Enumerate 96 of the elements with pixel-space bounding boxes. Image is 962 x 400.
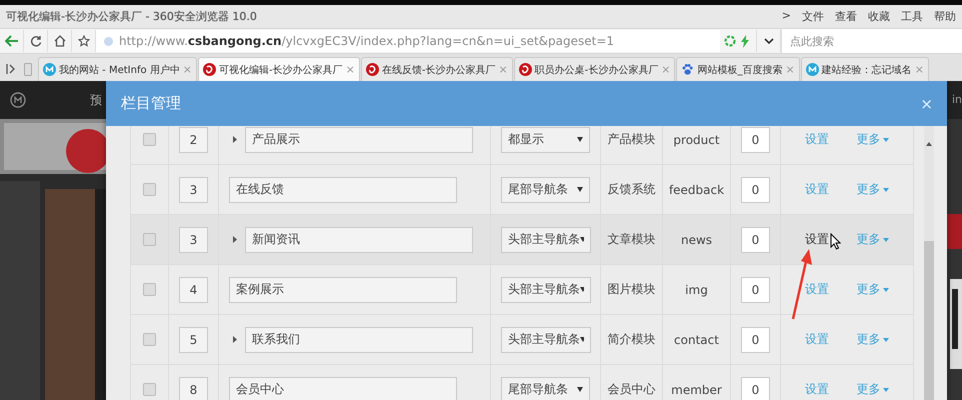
scroll-up-icon[interactable] xyxy=(926,142,932,146)
module-cell: 文章模块 xyxy=(601,215,663,264)
sort-field[interactable]: 8 xyxy=(179,376,208,400)
folder-cell: img xyxy=(663,265,731,314)
row-checkbox[interactable] xyxy=(143,133,156,146)
name-field[interactable]: 联系我们 xyxy=(245,326,473,352)
m-logo-icon xyxy=(43,63,56,76)
sort-field[interactable]: 3 xyxy=(179,226,208,252)
folder-cell: contact xyxy=(663,315,731,364)
m-logo-icon[interactable] xyxy=(10,92,26,108)
search-field[interactable]: 点此搜索 xyxy=(781,29,962,53)
star-icon[interactable] xyxy=(78,35,90,47)
nav-dropdown[interactable]: 头部主导航条 xyxy=(501,226,591,252)
lightning-icon[interactable] xyxy=(740,34,750,48)
browser-tab[interactable]: 网站模板_百度搜索 × xyxy=(676,57,800,81)
swirl-logo-icon xyxy=(518,63,532,76)
nav-label[interactable]: 预 xyxy=(90,92,102,108)
module-cell: 简介模块 xyxy=(601,315,663,364)
row-checkbox[interactable] xyxy=(143,183,156,196)
name-field[interactable]: 会员中心 xyxy=(229,376,457,400)
refresh-icon[interactable] xyxy=(30,35,42,47)
menu-item[interactable]: > xyxy=(782,9,791,24)
count-field[interactable]: 0 xyxy=(741,226,770,252)
dropdown-arrow-icon xyxy=(580,337,584,342)
row-checkbox[interactable] xyxy=(143,383,156,396)
expand-icon[interactable] xyxy=(233,236,237,243)
row-checkbox[interactable] xyxy=(143,333,156,346)
menu-item[interactable]: 查看 xyxy=(835,9,857,24)
window-title: 可视化编辑-长沙办公家具厂 - 360安全浏览器 10.0 xyxy=(6,9,258,24)
caret-icon xyxy=(883,238,890,242)
row-checkbox[interactable] xyxy=(143,233,156,246)
module-cell: 反馈系统 xyxy=(601,165,663,214)
dropdown-arrow-icon xyxy=(580,237,584,242)
folder-cell: feedback xyxy=(663,165,731,214)
count-field[interactable]: 0 xyxy=(741,276,770,302)
folder-cell: news xyxy=(663,215,731,264)
paw-icon xyxy=(681,63,694,76)
name-field[interactable]: 在线反馈 xyxy=(229,176,457,202)
swirl-logo-icon xyxy=(366,63,379,76)
chevron-down-icon[interactable] xyxy=(764,38,774,44)
swirl-logo-icon xyxy=(203,63,216,76)
module-cell: 图片模块 xyxy=(601,265,663,314)
row-checkbox[interactable] xyxy=(143,283,156,296)
browser-tab[interactable]: 建站经验：忘记域名 × xyxy=(800,57,929,81)
nav-dropdown[interactable]: 头部主导航条 xyxy=(501,276,591,302)
count-field[interactable]: 0 xyxy=(741,126,770,152)
count-field[interactable]: 0 xyxy=(741,326,770,352)
sort-field[interactable]: 5 xyxy=(179,326,208,352)
name-field[interactable]: 新闻资讯 xyxy=(245,226,473,252)
name-field[interactable]: 案例展示 xyxy=(229,276,457,302)
cursor-icon xyxy=(830,233,841,250)
module-cell: 产品模块 xyxy=(601,126,663,164)
browser-tab[interactable]: 我的网站 - MetInfo 用户中 × xyxy=(38,57,197,81)
name-field[interactable]: 产品展示 xyxy=(245,126,473,152)
browser-tab[interactable]: 职员办公桌-长沙办公家具厂 × xyxy=(514,57,676,81)
count-field[interactable]: 0 xyxy=(741,376,770,400)
browser-tab[interactable]: 在线反馈-长沙办公家具厂 × xyxy=(360,57,513,81)
back-icon[interactable] xyxy=(4,35,18,47)
dropdown-arrow-icon xyxy=(577,187,583,192)
folder-cell: member xyxy=(663,365,731,400)
nav-dropdown[interactable]: 尾部导航条 xyxy=(501,376,590,400)
menu-item[interactable]: 工具 xyxy=(901,9,923,24)
caret-icon xyxy=(883,138,890,142)
phone-icon[interactable] xyxy=(24,62,32,76)
module-cell: 会员中心 xyxy=(601,365,663,400)
settings-link[interactable]: 设置 xyxy=(804,231,829,248)
dialog-title: 栏目管理 xyxy=(121,94,181,113)
m-logo-icon xyxy=(806,63,819,76)
page-text-fragment: in xyxy=(952,93,962,106)
menu-item[interactable]: 收藏 xyxy=(868,9,890,24)
dropdown-arrow-icon xyxy=(580,287,584,292)
url-text: http://www.csbangong.cn/ylcvxgEC3V/index.php?lang=cn&n=ui_set&pageset=1 xyxy=(119,34,614,48)
sort-field[interactable]: 3 xyxy=(179,176,208,202)
caret-icon xyxy=(883,388,890,392)
nav-dropdown[interactable]: 尾部导航条 xyxy=(501,176,590,202)
caret-icon xyxy=(883,188,890,192)
expand-icon[interactable] xyxy=(233,136,237,143)
nav-dropdown[interactable]: 都显示 xyxy=(501,126,590,152)
address-field[interactable]: http://www.csbangong.cn/ylcvxgEC3V/index.php?lang=cn&n=ui_set&pageset=1 xyxy=(96,30,720,52)
scrollbar[interactable] xyxy=(924,126,934,400)
browser-tab[interactable]: 可视化编辑-长沙办公家具厂 × xyxy=(198,57,360,81)
menu-item[interactable]: 帮助 xyxy=(934,9,956,24)
nav-dropdown[interactable]: 头部主导航条 xyxy=(501,326,591,352)
home-icon[interactable] xyxy=(54,35,66,47)
sidebar-toggle-icon[interactable] xyxy=(6,64,16,74)
dropdown-arrow-icon xyxy=(577,137,583,142)
menu-item[interactable]: 文件 xyxy=(802,9,824,24)
dropdown-arrow-icon xyxy=(577,387,583,392)
caret-icon xyxy=(883,338,890,342)
expand-icon[interactable] xyxy=(233,336,237,343)
sort-field[interactable]: 4 xyxy=(179,276,208,302)
shield-icon[interactable] xyxy=(724,35,736,47)
count-field[interactable]: 0 xyxy=(741,176,770,202)
caret-icon xyxy=(883,288,890,292)
sort-field[interactable]: 2 xyxy=(179,126,208,152)
folder-cell: product xyxy=(663,126,731,164)
